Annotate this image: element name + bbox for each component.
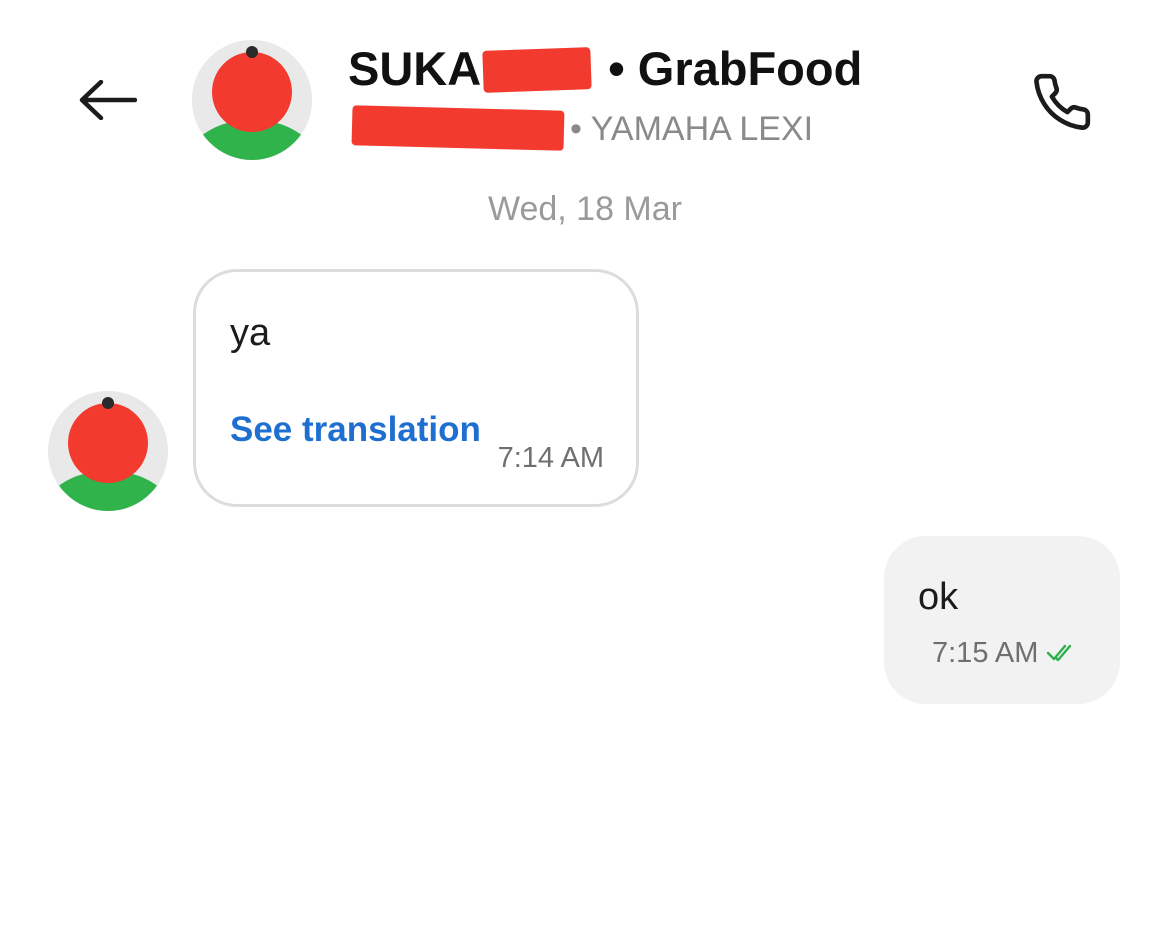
incoming-message-bubble[interactable]: ya See translation 7:14 AM — [193, 269, 639, 507]
message-text: ok — [918, 576, 959, 618]
back-button[interactable] — [70, 68, 146, 132]
call-button[interactable] — [1022, 62, 1102, 142]
vehicle-info: • YAMAHA LEXI — [351, 105, 814, 152]
outgoing-message-bubble[interactable]: ok 7:15 AM — [884, 536, 1120, 704]
plate-redaction-mark — [351, 105, 565, 151]
service-label: • GrabFood — [595, 42, 863, 95]
message-meta: 7:15 AM — [932, 635, 1078, 671]
message-timestamp: 7:14 AM — [497, 442, 604, 474]
see-translation-link[interactable]: See translation — [230, 408, 481, 452]
driver-avatar[interactable] — [192, 40, 312, 160]
phone-icon — [1034, 73, 1091, 130]
message-timestamp: 7:15 AM — [932, 637, 1039, 669]
arrow-left-icon — [79, 80, 137, 120]
driver-name: SUKA • GrabFood — [348, 40, 862, 98]
date-separator: Wed, 18 Mar — [487, 190, 682, 228]
redaction-mark — [482, 47, 592, 93]
vehicle-model: • YAMAHA LEXI — [570, 110, 814, 148]
sender-avatar — [48, 391, 168, 511]
double-check-icon — [1047, 644, 1072, 662]
message-text: ya — [230, 312, 271, 354]
driver-name-prefix: SUKA — [348, 42, 482, 95]
